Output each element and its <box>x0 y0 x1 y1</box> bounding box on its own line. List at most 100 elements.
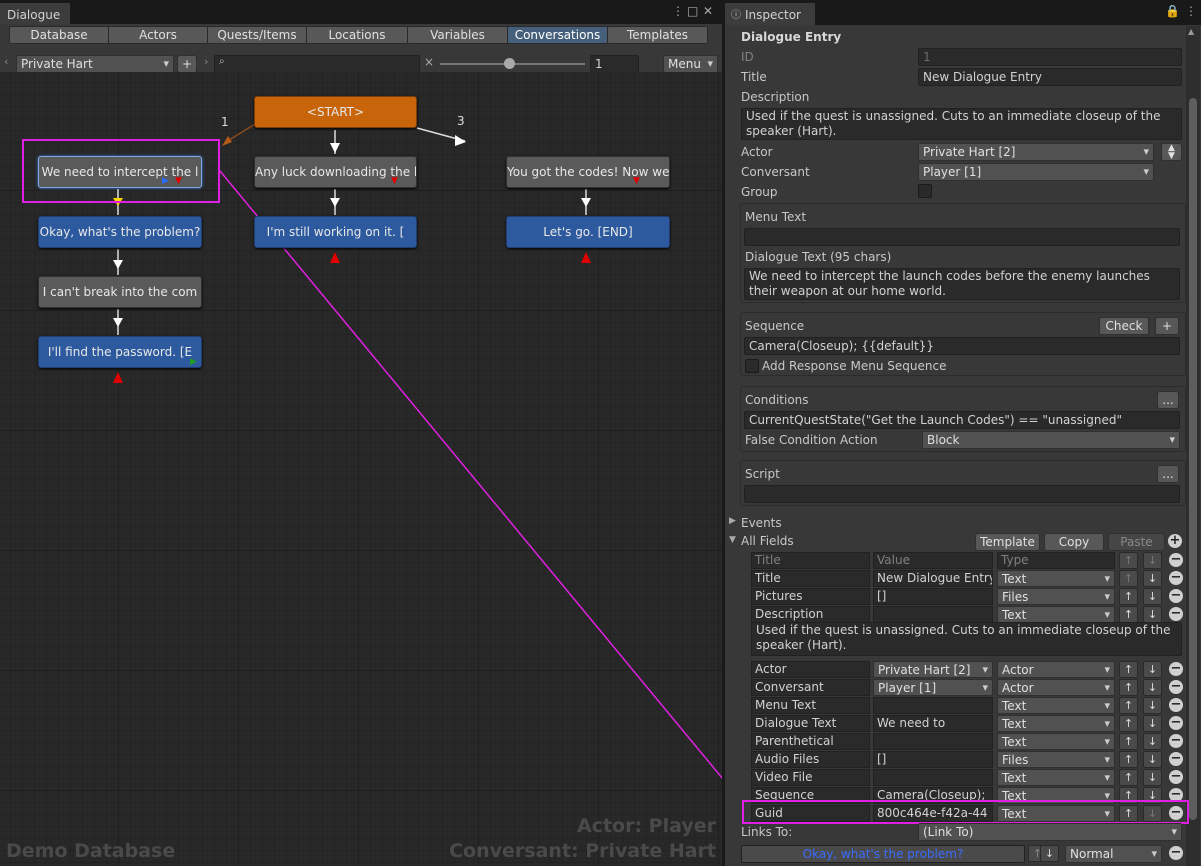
field-move-down-button[interactable]: ↓ <box>1143 588 1162 605</box>
field-move-up-button[interactable]: ↑ <box>1119 606 1138 623</box>
remove-field-icon[interactable]: − <box>1169 553 1183 567</box>
field-title[interactable]: Actor <box>751 661 870 678</box>
remove-field-icon[interactable]: − <box>1169 571 1183 585</box>
field-type-dropdown[interactable]: Text <box>997 697 1115 714</box>
field-type-dropdown[interactable]: Text <box>997 606 1115 623</box>
field-value[interactable] <box>873 733 993 750</box>
events-foldout-label[interactable]: Events <box>741 516 782 530</box>
lock-icon[interactable]: 🔒 <box>1165 4 1180 18</box>
field-move-up-button[interactable]: ↑ <box>1119 661 1138 678</box>
field-move-up-button[interactable]: ↑ <box>1119 588 1138 605</box>
actor-spinner-button[interactable]: ▲ ▼ <box>1161 143 1182 161</box>
conditions-wizard-button[interactable]: ... <box>1157 391 1179 409</box>
link-entry-button[interactable]: Okay, what's the problem? <box>741 845 1025 863</box>
copy-button[interactable]: Copy <box>1044 533 1104 551</box>
all-fields-foldout-label[interactable]: All Fields <box>741 534 794 548</box>
links-to-dropdown[interactable]: (Link To) <box>918 823 1182 841</box>
actor-dropdown[interactable]: Private Hart [2] <box>918 143 1154 161</box>
events-foldout-icon[interactable]: ▶ <box>729 516 736 526</box>
field-title[interactable]: Description <box>751 606 870 623</box>
sequence-field[interactable]: Camera(Closeup); {{default}} <box>744 337 1180 355</box>
field-value[interactable] <box>873 697 993 714</box>
field-move-down-button[interactable]: ↓ <box>1143 697 1162 714</box>
remove-field-icon[interactable]: − <box>1169 698 1183 712</box>
field-move-down-button[interactable]: ↓ <box>1143 679 1162 696</box>
remove-field-icon[interactable]: − <box>1169 716 1183 730</box>
field-type-dropdown[interactable]: Text <box>997 715 1115 732</box>
script-wizard-button[interactable]: ... <box>1157 465 1179 483</box>
node-okay-whats-the-problem[interactable]: Okay, what's the problem? <box>38 216 202 248</box>
field-type-dropdown[interactable]: Text <box>997 769 1115 786</box>
field-title[interactable]: Video File <box>751 769 870 786</box>
field-move-down-button[interactable]: ↓ <box>1143 751 1162 768</box>
node-cant-break-into[interactable]: I can't break into the com <box>38 276 202 308</box>
field-move-up-button[interactable]: ↑ <box>1119 733 1138 750</box>
field-value[interactable]: [] <box>873 751 993 768</box>
field-move-down-button[interactable]: ↓ <box>1143 715 1162 732</box>
node-start[interactable]: <START> <box>254 96 417 128</box>
field-value[interactable] <box>873 769 993 786</box>
link-priority-dropdown[interactable]: Normal <box>1065 845 1162 863</box>
field-title[interactable]: Menu Text <box>751 697 870 714</box>
field-type-dropdown[interactable]: Text <box>997 570 1115 587</box>
remove-link-icon[interactable]: − <box>1169 846 1183 860</box>
field-title[interactable]: Conversant <box>751 679 870 696</box>
field-type-dropdown[interactable]: Actor <box>997 679 1115 696</box>
field-type-dropdown[interactable]: Text <box>997 733 1115 750</box>
field-move-up-button[interactable]: ↑ <box>1119 751 1138 768</box>
node-still-working-on-it[interactable]: I'm still working on it. [ <box>254 216 417 248</box>
remove-field-icon[interactable]: − <box>1169 589 1183 603</box>
field-title[interactable]: Audio Files <box>751 751 870 768</box>
field-type-dropdown[interactable]: Files <box>997 588 1115 605</box>
field-title[interactable]: Title <box>751 570 870 587</box>
node-lets-go-end[interactable]: Let's go. [END] <box>506 216 670 248</box>
remove-field-icon[interactable]: − <box>1169 680 1183 694</box>
add-sequence-button[interactable]: + <box>1155 317 1179 335</box>
field-value[interactable]: We need to <box>873 715 993 732</box>
group-checkbox[interactable] <box>918 184 932 198</box>
node-you-got-the-codes[interactable]: You got the codes! Now we <box>506 156 670 188</box>
add-field-icon[interactable]: + <box>1168 534 1182 548</box>
link-move-down-button[interactable]: ↓ <box>1040 845 1059 862</box>
field-move-up-button[interactable]: ↑ <box>1119 679 1138 696</box>
field-move-down-button[interactable]: ↓ <box>1143 570 1162 587</box>
add-response-menu-checkbox[interactable] <box>745 359 759 373</box>
field-value-dropdown[interactable]: Player [1] <box>873 679 993 696</box>
field-move-down-button[interactable]: ↓ <box>1143 661 1162 678</box>
field-value-dropdown[interactable]: Private Hart [2] <box>873 661 993 678</box>
description-expanded-field[interactable]: Used if the quest is unassigned. Cuts to… <box>751 622 1182 656</box>
field-value[interactable]: [] <box>873 588 993 605</box>
inspector-scrollbar-thumb[interactable] <box>1189 98 1197 820</box>
field-type-dropdown[interactable]: Actor <box>997 661 1115 678</box>
description-field[interactable]: Used if the quest is unassigned. Cuts to… <box>741 108 1182 140</box>
check-sequence-button[interactable]: Check <box>1099 317 1149 335</box>
field-move-down-button[interactable]: ↓ <box>1143 606 1162 623</box>
remove-field-icon[interactable]: − <box>1169 662 1183 676</box>
field-title[interactable]: Parenthetical <box>751 733 870 750</box>
field-title[interactable]: Dialogue Text <box>751 715 870 732</box>
remove-field-icon[interactable]: − <box>1169 607 1183 621</box>
all-fields-foldout-icon[interactable]: ▼ <box>729 535 736 545</box>
field-type-dropdown[interactable]: Files <box>997 751 1115 768</box>
title-field[interactable]: New Dialogue Entry <box>918 68 1182 86</box>
dialogue-text-field[interactable]: We need to intercept the launch codes be… <box>744 268 1180 300</box>
conditions-field[interactable]: CurrentQuestState("Get the Launch Codes"… <box>744 411 1180 429</box>
false-condition-dropdown[interactable]: Block <box>922 431 1180 449</box>
menu-dots-icon[interactable]: ⋮ <box>1185 4 1197 18</box>
remove-field-icon[interactable]: − <box>1169 734 1183 748</box>
template-button[interactable]: Template <box>975 533 1040 551</box>
field-value[interactable]: New Dialogue Entry <box>873 570 993 587</box>
node-ill-find-the-password[interactable]: I'll find the password. [E <box>38 336 202 368</box>
menu-text-field[interactable] <box>744 228 1180 246</box>
conversant-dropdown[interactable]: Player [1] <box>918 163 1154 181</box>
field-move-up-button[interactable]: ↑ <box>1119 769 1138 786</box>
field-value[interactable] <box>873 606 993 623</box>
remove-field-icon[interactable]: − <box>1169 752 1183 766</box>
scroll-up-icon[interactable]: ▲ <box>1188 27 1194 36</box>
field-title[interactable]: Pictures <box>751 588 870 605</box>
remove-field-icon[interactable]: − <box>1169 770 1183 784</box>
field-move-up-button[interactable]: ↑ <box>1119 715 1138 732</box>
field-move-up-button[interactable]: ↑ <box>1119 697 1138 714</box>
field-move-down-button[interactable]: ↓ <box>1143 769 1162 786</box>
field-move-down-button[interactable]: ↓ <box>1143 733 1162 750</box>
